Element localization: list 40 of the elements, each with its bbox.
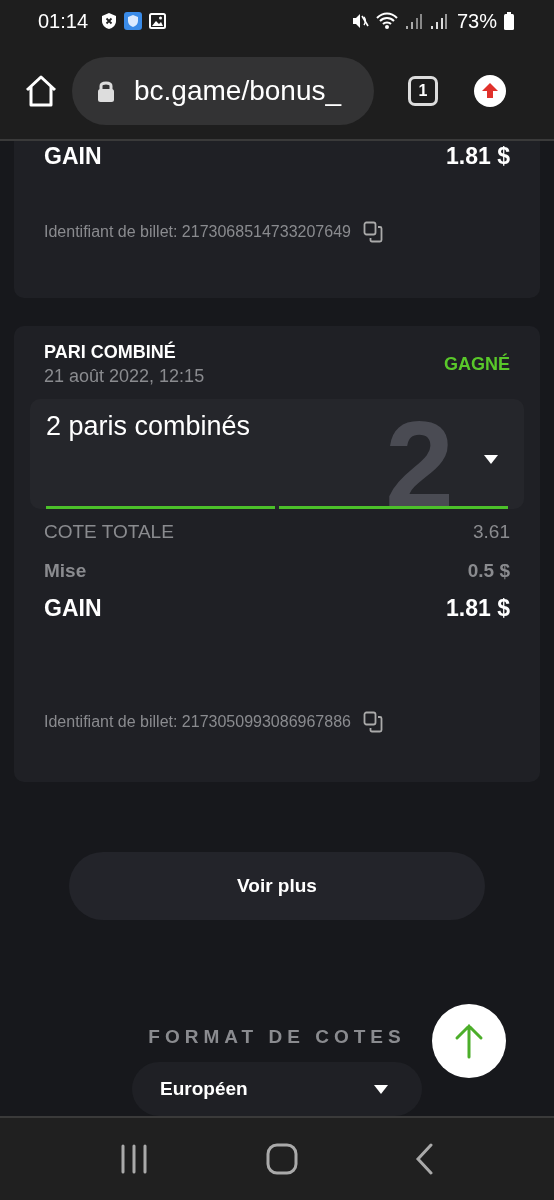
stake-value: 0.5 $ (467, 560, 510, 582)
gain-label: GAIN (44, 142, 102, 170)
home-icon (24, 74, 58, 107)
signal-icon (404, 12, 423, 30)
home-button[interactable] (24, 74, 58, 107)
tabs-button[interactable]: 1 (408, 75, 438, 106)
wifi-icon (375, 12, 398, 30)
ticket-id: Identifiant de billet: 2173068514733207649 (44, 223, 351, 241)
bet-date: 21 août 2022, 12:15 (44, 366, 205, 387)
image-icon (149, 13, 167, 29)
bet-type: PARI COMBINÉ (44, 342, 177, 363)
arrow-up-icon (454, 1023, 484, 1059)
odds-value: 3.61 (473, 521, 510, 543)
upload-icon (474, 74, 506, 107)
address-bar[interactable]: bc.game/bonus_ (72, 56, 374, 125)
combo-title: 2 paris combinés (46, 411, 251, 442)
copy-icon[interactable] (362, 711, 383, 733)
see-more-button[interactable]: Voir plus (69, 852, 485, 920)
gain-value: 1.81 $ (446, 142, 510, 170)
odds-label: COTE TOTALE (44, 521, 174, 543)
odds-format-dropdown[interactable]: Européen (132, 1062, 422, 1116)
battery-icon (504, 12, 514, 30)
battery-level: 73% (456, 9, 497, 33)
clock-time: 01:14 (38, 9, 89, 33)
caret-icon (374, 1084, 388, 1094)
stake-label: Mise (44, 560, 87, 582)
shield-app-icon (124, 12, 143, 30)
copy-icon[interactable] (362, 221, 383, 243)
gain-value: 1.81 $ (446, 594, 510, 622)
status-label: GAGNÉ (444, 354, 510, 375)
update-button[interactable] (474, 74, 506, 107)
caret-icon (484, 455, 498, 464)
gain-label: GAIN (44, 594, 102, 622)
mute-icon (350, 12, 369, 30)
signal-icon (429, 12, 448, 30)
section-title: FORMAT DE COTES (148, 1026, 406, 1048)
home-nav-icon[interactable] (266, 1143, 298, 1175)
shield-icon (101, 12, 118, 30)
ticket-id: Identifiant de billet: 2173050993086967886 (44, 713, 351, 731)
url-text: bc.game/bonus_ (134, 74, 342, 107)
